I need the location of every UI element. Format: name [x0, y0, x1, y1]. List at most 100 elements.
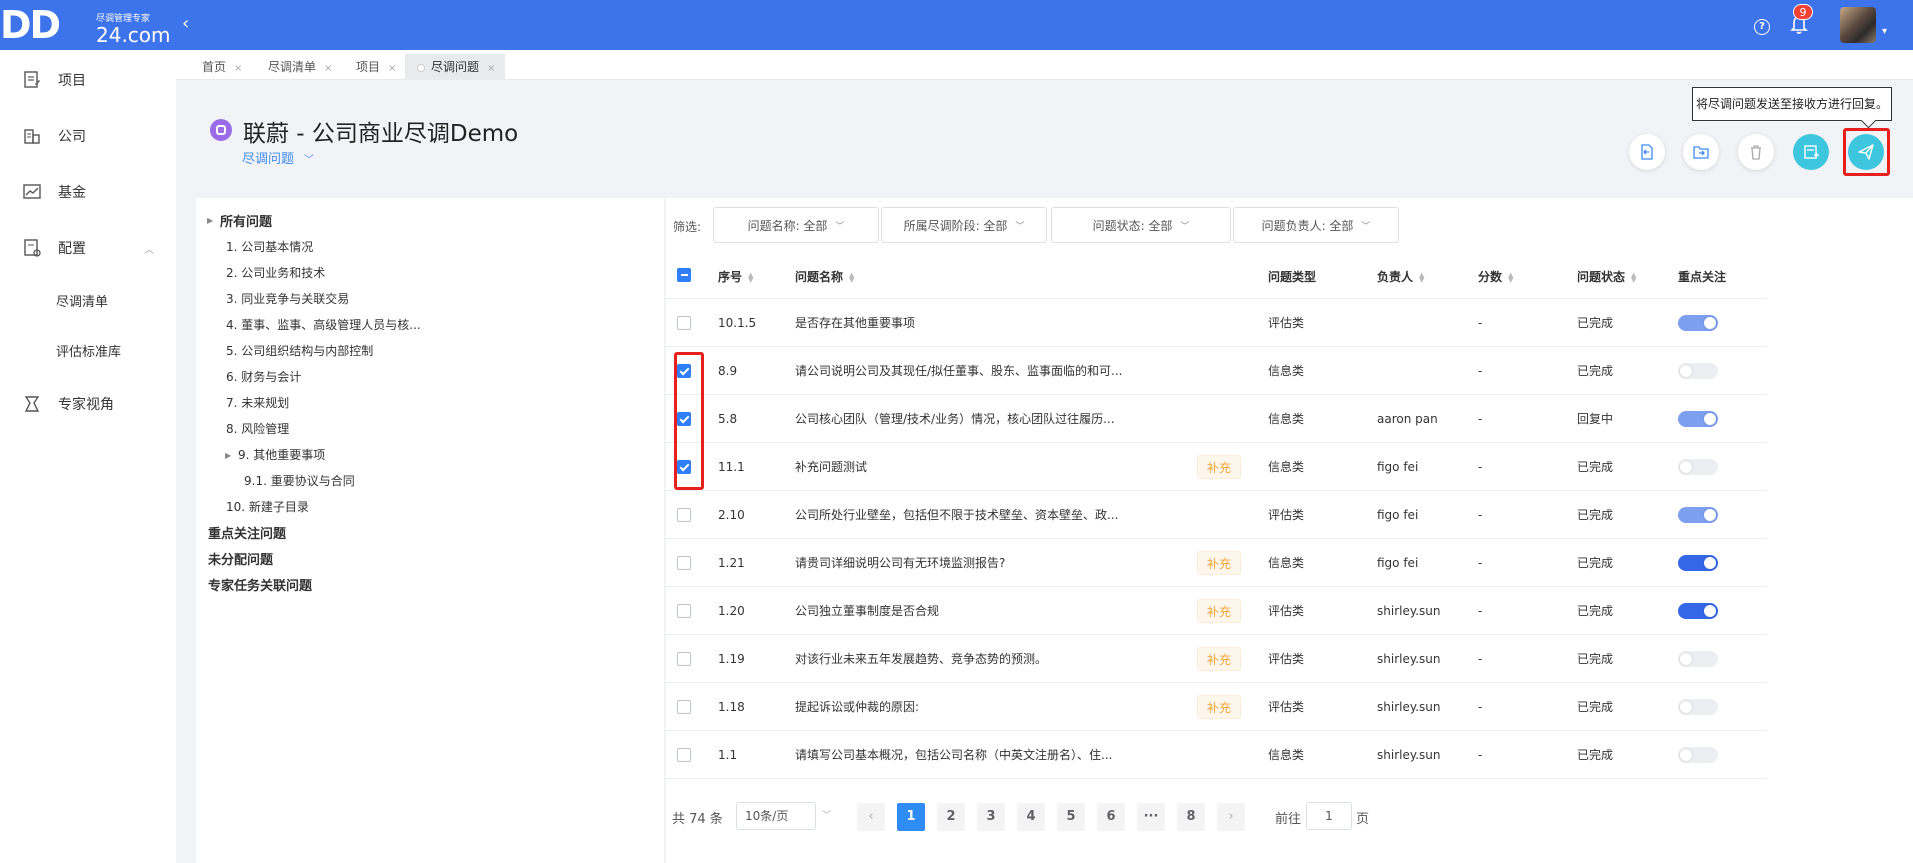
sort-icon[interactable]: ▲ ▼: [748, 271, 753, 283]
collapse-sidebar-icon[interactable]: ‹: [182, 13, 189, 34]
row-question-name[interactable]: 公司所处行业壁垒，包括但不限于技术壁垒、资本壁垒、政...: [795, 491, 1125, 539]
focus-toggle[interactable]: [1678, 411, 1718, 427]
tree-item[interactable]: 10. 新建子目录: [226, 498, 309, 515]
table-row[interactable]: 1.18 提起诉讼或仲裁的原因: 补充 评估类 shirley.sun - 已完…: [666, 683, 1766, 731]
row-checkbox[interactable]: [677, 652, 691, 666]
page-button[interactable]: 3: [977, 803, 1005, 831]
sidebar-item-standard-library[interactable]: 评估标准库: [0, 332, 176, 368]
row-checkbox[interactable]: [677, 508, 691, 522]
sidebar-item-expert-view[interactable]: 专家视角: [0, 384, 176, 424]
row-question-name[interactable]: 公司独立董事制度是否合规: [795, 587, 1125, 635]
page-button[interactable]: 4: [1017, 803, 1045, 831]
help-icon[interactable]: ?: [1754, 19, 1770, 35]
filter-question-owner[interactable]: 问题负责人: 全部 ﹀: [1233, 207, 1399, 243]
tree-item[interactable]: 8. 风险管理: [226, 420, 289, 437]
sidebar-item-company[interactable]: 公司: [0, 116, 176, 156]
focus-toggle[interactable]: [1678, 603, 1718, 619]
close-icon[interactable]: ×: [388, 63, 396, 74]
table-row[interactable]: 2.10 公司所处行业壁垒，包括但不限于技术壁垒、资本壁垒、政... 评估类 f…: [666, 491, 1766, 539]
filter-dd-stage[interactable]: 所属尽调阶段: 全部 ﹀: [881, 207, 1047, 243]
page-button[interactable]: 2: [937, 803, 965, 831]
tree-item[interactable]: 5. 公司组织结构与内部控制: [226, 342, 373, 359]
page-size-select[interactable]: 10条/页 ﹀: [736, 802, 831, 830]
caret-right-icon[interactable]: ▶: [225, 451, 231, 460]
table-row[interactable]: 8.9 请公司说明公司及其现任/拟任董事、股东、监事面临的和可... 信息类 -…: [666, 347, 1766, 395]
tree-item[interactable]: 1. 公司基本情况: [226, 238, 313, 255]
row-checkbox[interactable]: [677, 556, 691, 570]
focus-toggle[interactable]: [1678, 363, 1718, 379]
tab-project[interactable]: 项目 ×: [344, 54, 406, 80]
focus-toggle[interactable]: [1678, 555, 1718, 571]
row-question-name[interactable]: 请公司说明公司及其现任/拟任董事、股东、监事面临的和可...: [795, 347, 1125, 395]
export-button[interactable]: [1683, 134, 1719, 170]
row-question-name[interactable]: 请填写公司基本概况，包括公司名称（中英文注册名）、住...: [795, 731, 1125, 779]
row-question-name[interactable]: 提起诉讼或仲裁的原因:: [795, 683, 1125, 731]
filter-question-name[interactable]: 问题名称: 全部 ﹀: [713, 207, 879, 243]
row-question-name[interactable]: 补充问题测试: [795, 443, 1125, 491]
page-button[interactable]: 1: [897, 803, 925, 831]
tree-group-focus[interactable]: 重点关注问题: [208, 523, 286, 542]
row-checkbox[interactable]: [677, 700, 691, 714]
tree-item[interactable]: 9.1. 重要协议与合同: [244, 472, 355, 489]
row-checkbox[interactable]: [677, 460, 691, 474]
focus-toggle[interactable]: [1678, 747, 1718, 763]
table-row[interactable]: 11.1 补充问题测试 补充 信息类 figo fei - 已完成: [666, 443, 1766, 491]
goto-page-input[interactable]: [1306, 802, 1352, 830]
caret-right-icon[interactable]: ▶: [207, 216, 213, 225]
sort-icon[interactable]: ▲ ▼: [1419, 271, 1424, 283]
tree-item[interactable]: 9. 其他重要事项: [238, 446, 325, 463]
filter-question-status[interactable]: 问题状态: 全部 ﹀: [1051, 207, 1231, 243]
tree-item[interactable]: 4. 董事、监事、高级管理人员与核...: [226, 316, 421, 333]
close-icon[interactable]: ×: [234, 63, 242, 74]
row-checkbox[interactable]: [677, 364, 691, 378]
row-question-name[interactable]: 请贵司详细说明公司有无环境监测报告?: [795, 539, 1125, 587]
row-question-name[interactable]: 公司核心团队（管理/技术/业务）情况，核心团队过往履历...: [795, 395, 1125, 443]
tab-home[interactable]: 首页 ×: [190, 54, 252, 80]
more-pages-button[interactable]: ···: [1137, 803, 1165, 831]
column-header-name[interactable]: 问题名称 ▲ ▼: [795, 268, 854, 285]
column-header-score[interactable]: 分数 ▲ ▼: [1478, 268, 1513, 285]
focus-toggle[interactable]: [1678, 459, 1718, 475]
table-row[interactable]: 1.20 公司独立董事制度是否合规 补充 评估类 shirley.sun - 已…: [666, 587, 1766, 635]
row-checkbox[interactable]: [677, 412, 691, 426]
focus-toggle[interactable]: [1678, 651, 1718, 667]
import-button[interactable]: [1629, 134, 1665, 170]
row-checkbox[interactable]: [677, 604, 691, 618]
column-header-owner[interactable]: 负责人 ▲ ▼: [1377, 268, 1424, 285]
table-row[interactable]: 1.19 对该行业未来五年发展趋势、竞争态势的预测。 补充 评估类 shirle…: [666, 635, 1766, 683]
sidebar-item-fund[interactable]: 基金: [0, 172, 176, 212]
view-selector[interactable]: 尽调问题 ﹀: [242, 148, 314, 167]
send-button[interactable]: [1848, 134, 1884, 170]
close-icon[interactable]: ×: [487, 63, 495, 74]
row-checkbox[interactable]: [677, 316, 691, 330]
chevron-down-icon[interactable]: ▾: [1882, 26, 1887, 37]
sidebar-item-project[interactable]: 项目: [0, 60, 176, 100]
focus-toggle[interactable]: [1678, 315, 1718, 331]
sort-icon[interactable]: ▲ ▼: [1631, 271, 1636, 283]
table-row[interactable]: 1.1 请填写公司基本概况，包括公司名称（中英文注册名）、住... 信息类 sh…: [666, 731, 1766, 779]
tree-root[interactable]: 所有问题: [220, 211, 272, 230]
add-question-button[interactable]: [1793, 134, 1829, 170]
table-row[interactable]: 1.21 请贵司详细说明公司有无环境监测报告? 补充 信息类 figo fei …: [666, 539, 1766, 587]
logo[interactable]: DD 尽调管理专家 24.com: [0, 2, 171, 48]
select-all-checkbox[interactable]: [677, 268, 691, 282]
sort-icon[interactable]: ▲ ▼: [1508, 271, 1513, 283]
tab-checklist[interactable]: 尽调清单 ×: [256, 54, 342, 80]
sidebar-item-checklist[interactable]: 尽调清单: [0, 282, 176, 318]
page-button[interactable]: 6: [1097, 803, 1125, 831]
tree-item[interactable]: 6. 财务与会计: [226, 368, 301, 385]
focus-toggle[interactable]: [1678, 507, 1718, 523]
tree-item[interactable]: 7. 未来规划: [226, 394, 289, 411]
tree-group-expert-task[interactable]: 专家任务关联问题: [208, 575, 312, 594]
next-page-button[interactable]: ›: [1217, 803, 1245, 831]
tree-item[interactable]: 3. 同业竞争与关联交易: [226, 290, 349, 307]
prev-page-button[interactable]: ‹: [857, 803, 885, 831]
avatar[interactable]: [1840, 7, 1876, 43]
table-row[interactable]: 10.1.5 是否存在其他重要事项 评估类 - 已完成: [666, 299, 1766, 347]
page-button[interactable]: 5: [1057, 803, 1085, 831]
table-row[interactable]: 5.8 公司核心团队（管理/技术/业务）情况，核心团队过往履历... 信息类 a…: [666, 395, 1766, 443]
tab-dd-questions[interactable]: 尽调问题 ×: [405, 54, 506, 80]
row-question-name[interactable]: 是否存在其他重要事项: [795, 299, 1125, 347]
page-button[interactable]: 8: [1177, 803, 1205, 831]
focus-toggle[interactable]: [1678, 699, 1718, 715]
